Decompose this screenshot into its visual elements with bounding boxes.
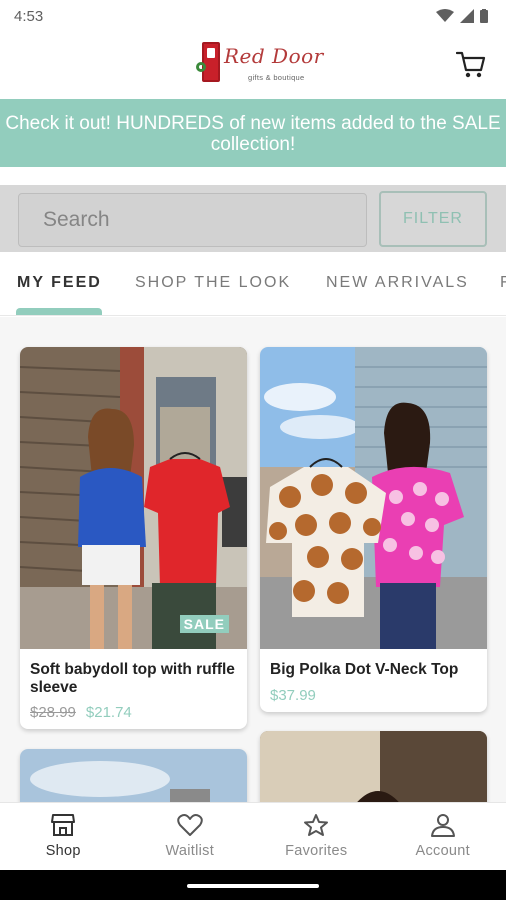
nav-label: Account — [415, 843, 470, 859]
app-screen: 4:53 Red Door gifts & boutique Check it … — [0, 0, 506, 900]
home-gesture-handle[interactable] — [187, 884, 319, 888]
product-card[interactable]: Big Polka Dot V-Neck Top $37.99 — [260, 347, 487, 712]
product-image[interactable] — [260, 347, 487, 649]
search-input[interactable] — [18, 193, 367, 247]
search-bar: FILTER — [0, 185, 506, 252]
price-row: $28.99 $21.74 — [30, 704, 132, 721]
app-header: Red Door gifts & boutique — [0, 32, 506, 99]
nav-favorites[interactable]: Favorites — [253, 803, 380, 870]
product-image[interactable] — [260, 731, 487, 802]
heart-icon — [177, 814, 203, 836]
door-logo-icon — [202, 42, 220, 82]
sale-badge: SALE — [179, 615, 229, 633]
bottom-navigation: Shop Waitlist Favorites Account — [0, 802, 506, 870]
person-icon — [430, 814, 455, 837]
feed-tabs: MY FEED SHOP THE LOOK NEW ARRIVALS F — [0, 252, 506, 316]
status-icons — [436, 9, 488, 23]
product-feed[interactable]: SALE Soft babydoll top with ruffle sleev… — [0, 317, 506, 802]
battery-icon — [480, 9, 488, 23]
product-title[interactable]: Soft babydoll top with ruffle sleeve — [30, 661, 235, 697]
sale-price: $21.74 — [85, 704, 132, 721]
nav-label: Favorites — [285, 843, 348, 859]
product-card[interactable]: SALE Soft babydoll top with ruffle sleev… — [20, 347, 247, 729]
star-icon — [304, 814, 329, 836]
tab-my-feed[interactable]: MY FEED — [17, 274, 102, 292]
promo-banner-text: Check it out! HUNDREDS of new items adde… — [5, 113, 501, 155]
product-image[interactable]: SALE — [20, 347, 247, 649]
cart-icon — [456, 51, 486, 78]
price-row: $37.99 — [270, 687, 316, 704]
tab-shop-the-look[interactable]: SHOP THE LOOK — [135, 274, 291, 292]
nav-account[interactable]: Account — [380, 803, 506, 870]
wifi-icon — [436, 9, 454, 22]
wreath-logo-icon — [196, 62, 206, 72]
nav-waitlist[interactable]: Waitlist — [127, 803, 254, 870]
red-door-logo[interactable]: Red Door gifts & boutique — [196, 40, 323, 90]
nav-label: Shop — [45, 843, 81, 859]
nav-shop[interactable]: Shop — [0, 803, 127, 870]
logo-title: Red Door — [224, 44, 324, 68]
tab-partial[interactable]: F — [500, 274, 506, 292]
system-gesture-bar — [0, 870, 506, 900]
nav-label: Waitlist — [165, 843, 215, 859]
filter-button[interactable]: FILTER — [379, 191, 487, 247]
storefront-icon — [51, 814, 76, 836]
active-tab-indicator — [16, 308, 102, 315]
promo-banner[interactable]: Check it out! HUNDREDS of new items adde… — [0, 99, 506, 167]
logo-subtitle: gifts & boutique — [248, 73, 305, 82]
product-image[interactable] — [20, 749, 247, 802]
product-card[interactable] — [20, 749, 247, 802]
signal-icon — [460, 9, 474, 23]
status-bar: 4:53 — [0, 0, 506, 32]
status-time: 4:53 — [14, 7, 44, 25]
cart-button[interactable] — [454, 48, 488, 82]
product-title[interactable]: Big Polka Dot V-Neck Top — [270, 661, 485, 679]
original-price: $28.99 — [30, 704, 76, 721]
product-card[interactable] — [260, 731, 487, 802]
price: $37.99 — [270, 687, 316, 704]
tab-new-arrivals[interactable]: NEW ARRIVALS — [326, 274, 469, 292]
